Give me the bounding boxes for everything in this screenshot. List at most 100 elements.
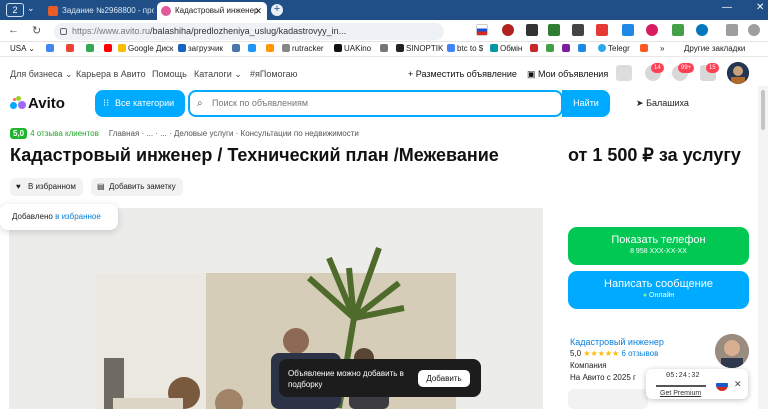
bookmark-icon-only[interactable] bbox=[86, 44, 96, 53]
url-field[interactable]: https://www.avito.ru/balashiha/predlozhe… bbox=[54, 23, 444, 40]
bookmark-overflow-icon[interactable]: » bbox=[660, 44, 664, 53]
tab-favicon-icon bbox=[48, 6, 58, 16]
note-icon: ▤ bbox=[97, 182, 105, 191]
reload-icon[interactable]: ↻ bbox=[32, 24, 41, 37]
price: от 1 500 ₽ за услугу bbox=[568, 145, 741, 165]
location-selector[interactable]: ➤ Балашиха bbox=[636, 98, 689, 109]
button-label: Все категории bbox=[115, 98, 175, 108]
close-window-icon[interactable]: ✕ bbox=[756, 2, 764, 13]
tab-label: Кадастровый инженер bbox=[175, 6, 259, 15]
in-favorites-button[interactable]: ♥ В избранном bbox=[10, 178, 83, 196]
bookmark-btc[interactable]: btc to $ bbox=[447, 44, 483, 53]
phone-mask: 8 958 XXX-XX-XX bbox=[630, 248, 687, 255]
pomogayu-link[interactable]: #яПомогаю bbox=[250, 69, 297, 79]
extension-icon[interactable] bbox=[696, 24, 708, 36]
online-label: Онлайн bbox=[649, 292, 675, 299]
bookmark-icon-only[interactable] bbox=[266, 44, 276, 53]
bookmark-icon-only[interactable] bbox=[562, 44, 572, 53]
bookmark-icon-only[interactable] bbox=[46, 44, 56, 53]
bookmark-icon-only[interactable] bbox=[578, 44, 588, 53]
bookmark-rutracker[interactable]: rutracker bbox=[282, 44, 324, 53]
seller-action-button[interactable] bbox=[568, 389, 648, 409]
download-extension-icon[interactable] bbox=[622, 24, 634, 36]
my-ads-link[interactable]: ▣ Мои объявления bbox=[527, 69, 608, 80]
bookmark-icon-only[interactable] bbox=[232, 44, 242, 53]
button-label: Показать телефон bbox=[611, 234, 706, 246]
post-ad-link[interactable]: + Разместить объявление bbox=[408, 69, 517, 79]
favorites-heart-icon[interactable] bbox=[616, 65, 632, 81]
all-categories-button[interactable]: ⁝⁝ Все категории bbox=[95, 90, 185, 117]
bookmark-telegram[interactable]: Telegr bbox=[598, 44, 630, 53]
seller-name-link[interactable]: Кадастровый инженер bbox=[570, 336, 664, 348]
avito-logo-icon bbox=[10, 96, 26, 110]
bookmark-usa[interactable]: USA ⌄ bbox=[10, 44, 35, 53]
bookmark-sinoptik[interactable]: SINOPTIK bbox=[396, 44, 443, 53]
seller-reviews-link[interactable]: 6 отзывов bbox=[621, 349, 658, 358]
client-reviews-link[interactable]: 4 отзыва клиентов bbox=[30, 129, 99, 138]
for-business-link[interactable]: Для бизнеса ⌄ bbox=[10, 69, 73, 80]
career-link[interactable]: Карьера в Авито bbox=[76, 69, 146, 79]
extension-icon[interactable] bbox=[526, 24, 538, 36]
new-tab-button[interactable]: + bbox=[271, 4, 283, 16]
bookmark-icon-only[interactable] bbox=[380, 44, 390, 53]
seller-avatar[interactable] bbox=[715, 334, 749, 368]
scrollbar[interactable] bbox=[758, 86, 768, 409]
back-icon[interactable]: ← bbox=[8, 24, 19, 36]
online-dot-icon: ● bbox=[642, 292, 648, 299]
avito-logo[interactable]: Avito bbox=[10, 95, 65, 112]
bookmark-label: USA bbox=[10, 44, 27, 53]
help-link[interactable]: Помощь bbox=[152, 69, 187, 79]
heart-icon: ♥ bbox=[16, 182, 21, 191]
bookmark-google-drive[interactable]: Google Диск bbox=[118, 44, 173, 53]
bookmark-icon-only[interactable] bbox=[66, 44, 76, 53]
bookmark-label: Другие закладки bbox=[684, 44, 746, 53]
extension-icon[interactable] bbox=[646, 24, 658, 36]
menu-icon[interactable] bbox=[748, 24, 760, 36]
page-title: Кадастровый инженер / Технический план /… bbox=[10, 145, 499, 165]
bookmark-icon-only[interactable] bbox=[530, 44, 540, 53]
user-avatar[interactable] bbox=[727, 62, 749, 84]
progress-bar[interactable] bbox=[656, 385, 706, 387]
download-arrow-icon[interactable] bbox=[672, 24, 684, 36]
location-arrow-icon: ➤ bbox=[636, 98, 644, 108]
scrollbar-thumb[interactable] bbox=[761, 90, 765, 130]
puzzle-icon[interactable] bbox=[726, 24, 738, 36]
bookmark-icon-only[interactable] bbox=[640, 44, 650, 53]
add-note-button[interactable]: ▤ Добавить заметку bbox=[91, 178, 183, 196]
url-path: /balashiha/predlozheniya_uslug/kadastrov… bbox=[150, 26, 347, 36]
bookmark-uakino[interactable]: UAKino bbox=[334, 44, 371, 53]
extension-icon[interactable] bbox=[596, 24, 608, 36]
search-icon: ⌕ bbox=[197, 98, 203, 109]
bookmark-obmin[interactable]: Обмін bbox=[490, 44, 522, 53]
add-to-collection-button[interactable]: Добавить bbox=[418, 370, 470, 387]
search-input[interactable]: ⌕ Поиск по объявлениям bbox=[188, 90, 563, 117]
bookmark-label: Google Диск bbox=[128, 44, 174, 53]
breadcrumb-path[interactable]: Главная · ... · ... · Деловые услуги · К… bbox=[109, 129, 359, 138]
tab-list-chevron-icon[interactable]: ⌄ bbox=[27, 3, 35, 14]
tab-task[interactable]: Задание №2968800 - про bbox=[44, 2, 154, 20]
close-tab-icon[interactable]: ✕ bbox=[254, 2, 262, 20]
catalogs-link[interactable]: Каталоги ⌄ bbox=[194, 69, 242, 80]
bookmark-icon-only[interactable] bbox=[248, 44, 258, 53]
extension-icon[interactable] bbox=[548, 24, 560, 36]
search-placeholder: Поиск по объявлениям bbox=[212, 98, 309, 108]
tab-avito[interactable]: Кадастровый инженер ✕ bbox=[157, 2, 267, 20]
bookmark-icon-only[interactable] bbox=[104, 44, 114, 53]
minimize-icon[interactable]: — bbox=[722, 2, 732, 13]
bookmark-downloader[interactable]: загрузчик bbox=[178, 44, 223, 53]
get-premium-link[interactable]: Get Premium bbox=[660, 390, 701, 397]
bookmark-icon-only[interactable] bbox=[546, 44, 556, 53]
close-icon[interactable]: ✕ bbox=[734, 379, 742, 390]
bookmark-label: btc to $ bbox=[457, 44, 484, 53]
other-bookmarks[interactable]: Другие закладки bbox=[684, 44, 745, 53]
tab-count-button[interactable]: 2 bbox=[6, 3, 24, 17]
show-phone-button[interactable]: Показать телефон 8 958 XXX-XX-XX bbox=[568, 227, 749, 265]
write-message-button[interactable]: Написать сообщение ● Онлайн bbox=[568, 271, 749, 309]
flag-extension-icon[interactable] bbox=[476, 24, 488, 36]
search-button[interactable]: Найти bbox=[562, 90, 610, 117]
favorites-link[interactable]: в избранное bbox=[55, 212, 101, 221]
shield-extension-icon[interactable] bbox=[502, 24, 514, 36]
browser-tab-bar: 2 ⌄ Задание №2968800 - про Кадастровый и… bbox=[0, 0, 768, 20]
extension-icon[interactable] bbox=[572, 24, 584, 36]
russia-flag-icon[interactable] bbox=[716, 379, 728, 391]
